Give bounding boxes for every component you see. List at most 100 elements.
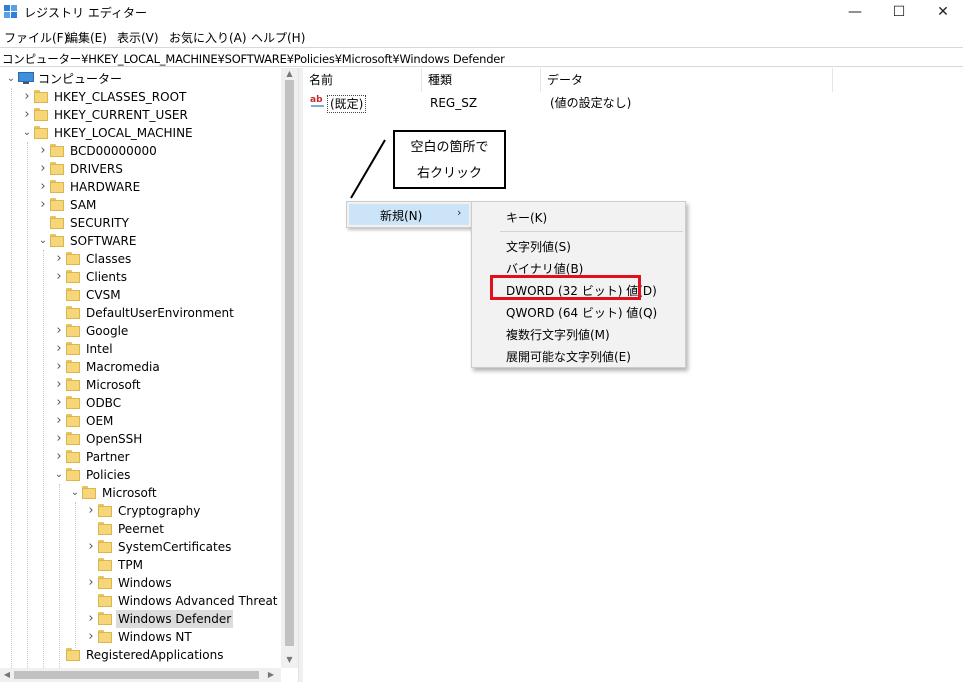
tree-item[interactable]: ⌄ Microsoft: [0, 484, 281, 502]
chevron-right-icon[interactable]: ›: [54, 448, 64, 466]
address-bar[interactable]: コンピューター¥HKEY_LOCAL_MACHINE¥SOFTWARE¥Poli…: [0, 47, 963, 67]
tree-item[interactable]: › OpenSSH: [0, 430, 281, 448]
value-row[interactable]: ab (既定) REG_SZ (値の設定なし): [303, 94, 963, 113]
chevron-right-icon[interactable]: ›: [38, 142, 48, 160]
tree-item[interactable]: SECURITY: [0, 214, 281, 232]
chevron-right-icon[interactable]: ›: [22, 88, 32, 106]
scroll-right-icon[interactable]: ▶: [264, 668, 278, 682]
tree-item[interactable]: › Cryptography: [0, 502, 281, 520]
scroll-down-icon[interactable]: ▼: [281, 654, 298, 666]
chevron-down-icon[interactable]: ⌄: [38, 232, 48, 250]
tree-item[interactable]: › HKEY_CURRENT_USER: [0, 106, 281, 124]
chevron-right-icon[interactable]: ›: [86, 628, 96, 646]
tree-item[interactable]: CVSM: [0, 286, 281, 304]
context-menu-new[interactable]: 新規(N) ›: [349, 204, 469, 225]
tree-item[interactable]: › Windows NT: [0, 628, 281, 646]
tree-item[interactable]: RegisteredApplications: [0, 646, 281, 664]
chevron-down-icon[interactable]: ⌄: [6, 70, 16, 88]
chevron-right-icon[interactable]: ›: [54, 340, 64, 358]
chevron-right-icon[interactable]: ›: [54, 268, 64, 286]
tree-item[interactable]: DefaultUserEnvironment: [0, 304, 281, 322]
scroll-up-icon[interactable]: ▲: [281, 68, 298, 80]
tree-item[interactable]: › BCD00000000: [0, 142, 281, 160]
tree-item[interactable]: ⌄ コンピューター: [0, 70, 281, 88]
maximize-button[interactable]: ☐: [876, 0, 922, 26]
tree-item[interactable]: › SAM: [0, 196, 281, 214]
value-name: (既定): [327, 95, 367, 113]
submenu-item-multi-string-value[interactable]: 複数行文字列値(M): [506, 326, 610, 343]
menu-favorites[interactable]: お気に入り(A): [169, 29, 247, 46]
tree-horizontal-scrollbar[interactable]: ◀ ▶: [0, 668, 281, 682]
chevron-right-icon[interactable]: ›: [38, 160, 48, 178]
tree-item[interactable]: › DRIVERS: [0, 160, 281, 178]
tree-item[interactable]: ⌄ Policies: [0, 466, 281, 484]
tree-vertical-scrollbar[interactable]: ▲ ▼: [281, 68, 298, 668]
tree-item[interactable]: › Google: [0, 322, 281, 340]
column-header-name[interactable]: 名前: [303, 68, 422, 92]
chevron-right-icon[interactable]: ›: [54, 250, 64, 268]
submenu-item-expandable-string-value[interactable]: 展開可能な文字列値(E): [506, 348, 631, 365]
scrollbar-thumb[interactable]: [14, 671, 259, 679]
tree-item-selected[interactable]: › Windows Defender: [0, 610, 281, 628]
scroll-left-icon[interactable]: ◀: [0, 668, 14, 682]
tree-item[interactable]: › SystemCertificates: [0, 538, 281, 556]
chevron-right-icon[interactable]: ›: [54, 322, 64, 340]
tree-item[interactable]: Windows Advanced Threat Pro: [0, 592, 298, 610]
chevron-right-icon[interactable]: ›: [86, 574, 96, 592]
tree-item[interactable]: › ODBC: [0, 394, 281, 412]
chevron-right-icon[interactable]: ›: [54, 376, 64, 394]
tree-item[interactable]: ⌄ HKEY_LOCAL_MACHINE: [0, 124, 281, 142]
submenu-item-qword-value[interactable]: QWORD (64 ビット) 値(Q): [506, 304, 657, 321]
column-header-type[interactable]: 種類: [422, 68, 541, 92]
chevron-down-icon[interactable]: ⌄: [54, 466, 64, 484]
folder-icon: [98, 540, 112, 553]
tree-item-label: TPM: [118, 558, 143, 572]
tree-item[interactable]: › OEM: [0, 412, 281, 430]
tree-item[interactable]: › Microsoft: [0, 376, 281, 394]
minimize-button[interactable]: —: [832, 0, 878, 26]
close-button[interactable]: ✕: [920, 0, 963, 26]
chevron-right-icon[interactable]: ›: [86, 610, 96, 628]
chevron-right-icon[interactable]: ›: [54, 412, 64, 430]
tree-item-label: Partner: [86, 450, 130, 464]
tree-item[interactable]: › Classes: [0, 250, 281, 268]
menu-file[interactable]: ファイル(F): [4, 29, 68, 46]
chevron-right-icon[interactable]: ›: [38, 196, 48, 214]
chevron-right-icon[interactable]: ›: [38, 178, 48, 196]
chevron-right-icon[interactable]: ›: [22, 106, 32, 124]
column-header-data[interactable]: データ: [541, 68, 833, 92]
tree-item[interactable]: › HARDWARE: [0, 178, 281, 196]
menu-separator: [500, 231, 683, 232]
chevron-right-icon[interactable]: ›: [54, 394, 64, 412]
tree-item[interactable]: TPM: [0, 556, 281, 574]
tree-item[interactable]: › Macromedia: [0, 358, 281, 376]
chevron-down-icon[interactable]: ⌄: [22, 124, 32, 142]
computer-icon: [18, 72, 34, 84]
tree-item-label: OpenSSH: [86, 432, 143, 446]
address-path[interactable]: コンピューター¥HKEY_LOCAL_MACHINE¥SOFTWARE¥Poli…: [2, 51, 505, 67]
chevron-right-icon[interactable]: ›: [54, 358, 64, 376]
tree-item[interactable]: Peernet: [0, 520, 281, 538]
chevron-right-icon[interactable]: ›: [54, 430, 64, 448]
folder-icon: [50, 180, 64, 193]
tree-item-label: Intel: [86, 342, 113, 356]
tree-item[interactable]: › Clients: [0, 268, 281, 286]
submenu-item-string-value[interactable]: 文字列値(S): [506, 238, 571, 255]
tree-item[interactable]: › Intel: [0, 340, 281, 358]
folder-icon: [66, 288, 80, 301]
chevron-down-icon[interactable]: ⌄: [70, 484, 80, 502]
tree-item-label: Windows Advanced Threat Pro: [118, 594, 298, 608]
scrollbar-thumb[interactable]: [285, 80, 294, 646]
menu-edit[interactable]: 編集(E): [66, 29, 107, 46]
menu-help[interactable]: ヘルプ(H): [251, 29, 305, 46]
tree-item[interactable]: ⌄ SOFTWARE: [0, 232, 281, 250]
tree-item[interactable]: › HKEY_CLASSES_ROOT: [0, 88, 281, 106]
chevron-right-icon[interactable]: ›: [86, 502, 96, 520]
tree-item[interactable]: › Partner: [0, 448, 281, 466]
submenu-item-key[interactable]: キー(K): [506, 209, 547, 226]
folder-icon: [98, 522, 112, 535]
chevron-right-icon[interactable]: ›: [86, 538, 96, 556]
tree-item[interactable]: › Windows: [0, 574, 281, 592]
menu-view[interactable]: 表示(V): [117, 29, 159, 46]
